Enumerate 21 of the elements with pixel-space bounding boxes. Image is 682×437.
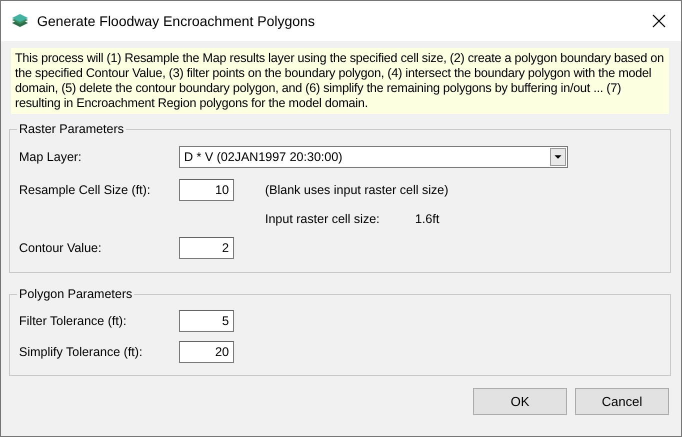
description-text: This process will (1) Resample the Map results layer using the specified cell size, (2) create a polygon boundary based on the specified Contour Value, (3) filter points on the boundary polygon, (4) intersect the boundary polygon with the model domain, (5) delete the contour boundary polygon, and (6) simplify the remaining polygons by buffering in/out ... (7) resulting in Encroachment Region polygons for the model domain.	[11, 48, 669, 114]
field-label: Map Layer:	[19, 150, 83, 164]
field-label: Simplify Tolerance (ft):	[19, 344, 144, 358]
cancel-button[interactable]: Cancel	[575, 388, 669, 415]
input-field[interactable]: 20	[179, 340, 234, 362]
window-title: Generate Floodway Encroachment Polygons	[37, 13, 316, 29]
input-field[interactable]: 2	[179, 236, 234, 258]
caret-icon	[550, 148, 566, 166]
group-title: Raster Parameters	[18, 122, 125, 136]
map-layer-dropdown[interactable]: D * V (02JAN1997 20:30:00)	[179, 146, 568, 168]
group-title: Polygon Parameters	[18, 287, 134, 301]
field-label: Contour Value:	[19, 240, 102, 254]
info-label: Input raster cell size:	[265, 212, 381, 226]
input-field[interactable]: 5	[179, 310, 234, 332]
field-label: Filter Tolerance (ft):	[19, 314, 128, 328]
field-label: Resample Cell Size (ft):	[19, 182, 152, 196]
ok-button[interactable]: OK	[473, 388, 567, 415]
info-value: 1.6ft	[415, 212, 440, 226]
input-field[interactable]: 10	[179, 178, 234, 200]
layers-icon	[11, 14, 29, 28]
hint-text: (Blank uses input raster cell size)	[265, 182, 450, 196]
